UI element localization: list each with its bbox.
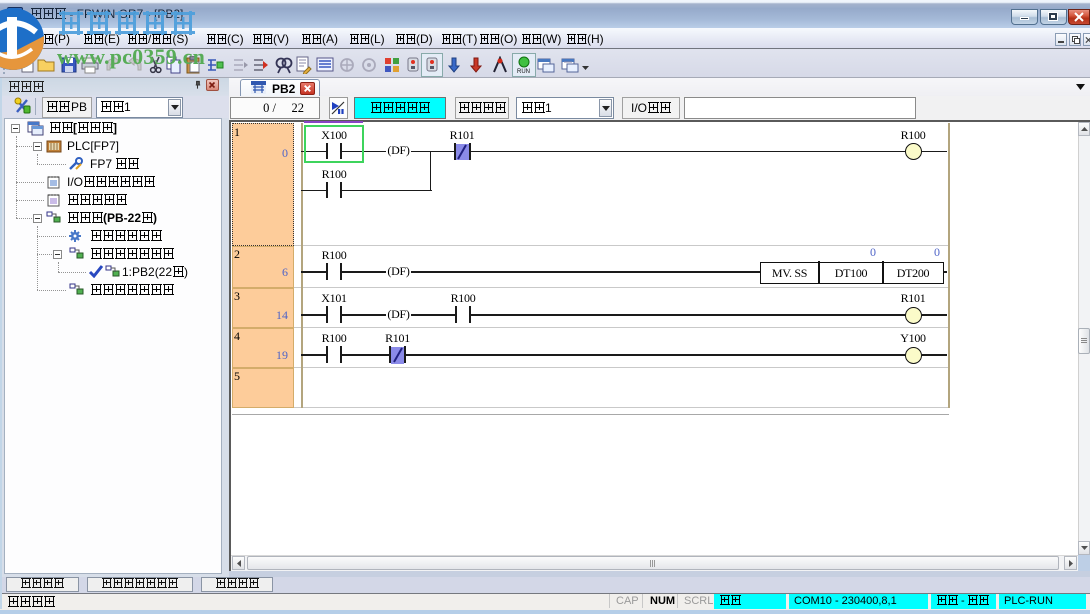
svg-text:RUN: RUN bbox=[517, 69, 530, 74]
